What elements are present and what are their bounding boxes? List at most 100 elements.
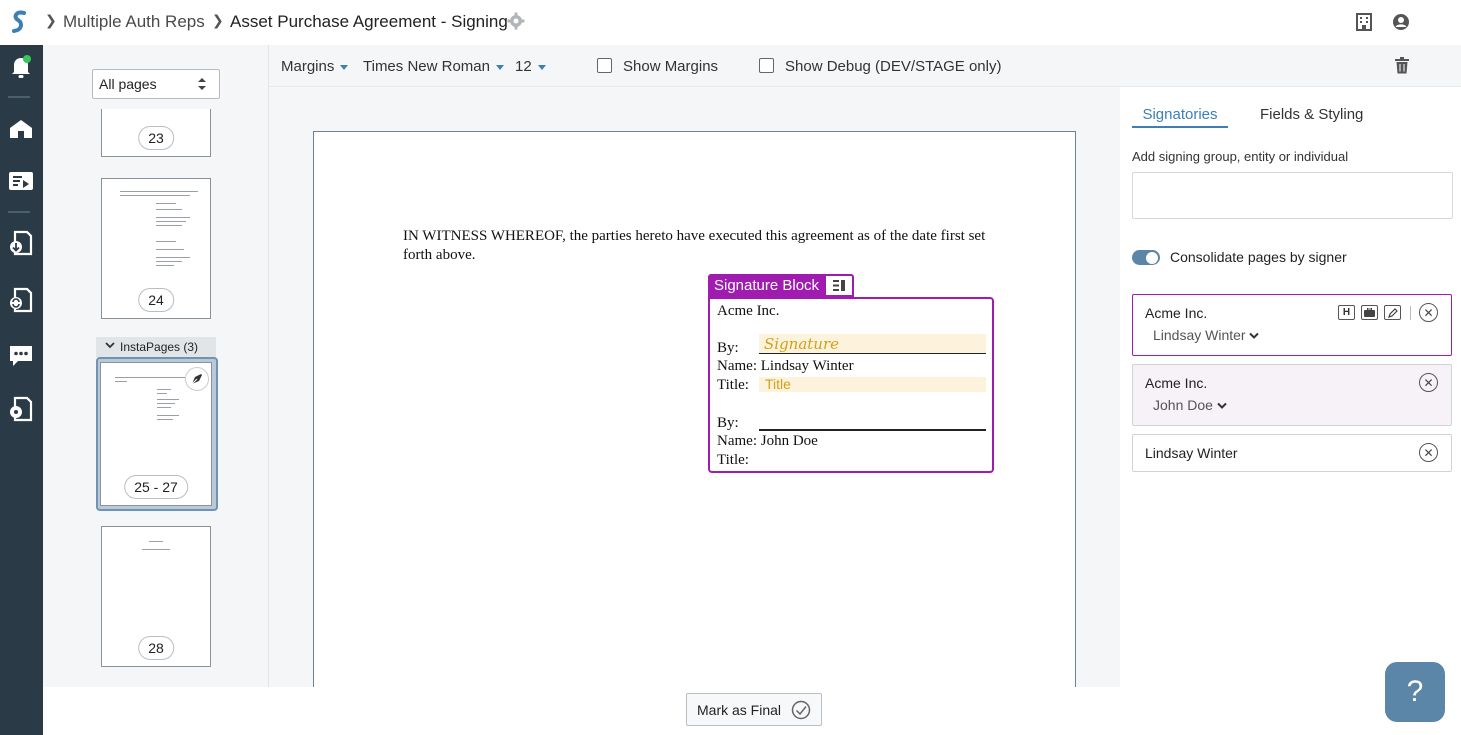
tab-signatories[interactable]: Signatories xyxy=(1132,106,1228,123)
mark-as-final-button[interactable]: Mark as Final xyxy=(686,693,822,726)
gear-icon[interactable] xyxy=(507,12,525,35)
signature-placeholder: Signature xyxy=(764,335,840,353)
page-number-badge: 23 xyxy=(138,126,174,150)
signer-person: Lindsay Winter xyxy=(1153,327,1246,343)
documents-icon[interactable] xyxy=(7,167,35,195)
toggle-knob xyxy=(1146,251,1158,264)
witness-paragraph: IN WITNESS WHEREOF, the parties hereto h… xyxy=(403,227,985,265)
remove-signer-icon[interactable]: ✕ xyxy=(1419,303,1438,322)
chat-icon[interactable] xyxy=(7,342,35,370)
show-margins-checkbox[interactable] xyxy=(597,58,612,73)
active-tab-indicator xyxy=(1132,126,1228,128)
page-title: Asset Purchase Agreement - Signing xyxy=(230,12,508,31)
pen-nib-icon[interactable] xyxy=(185,367,209,391)
caret-down-icon xyxy=(495,64,504,70)
signer-entity: Acme Inc. xyxy=(1145,375,1208,391)
user-icon[interactable] xyxy=(1392,13,1410,36)
building-icon[interactable] xyxy=(1356,13,1372,36)
title-label: Title: xyxy=(717,377,749,393)
document-page[interactable]: IN WITNESS WHEREOF, the parties hereto h… xyxy=(313,131,1076,687)
font-size-dropdown[interactable]: 12 xyxy=(515,58,546,75)
caret-down-icon xyxy=(537,64,546,70)
signer-card[interactable]: Lindsay Winter ✕ xyxy=(1132,434,1452,472)
page-thumbnail[interactable]: 28 xyxy=(101,526,211,667)
add-signer-input[interactable] xyxy=(1132,172,1453,219)
signer-person: John Doe xyxy=(1153,397,1213,413)
block-options-icon[interactable] xyxy=(826,274,854,297)
page-thumbnails-panel: All pages 23 24 InstaPages (3) 25 - 27 2… xyxy=(43,45,269,687)
chevron-down-icon xyxy=(1249,327,1260,343)
signer-person-dropdown[interactable]: Lindsay Winter xyxy=(1153,327,1260,343)
signer-entity: Acme Inc. xyxy=(1145,305,1208,321)
page-filter-value: All pages xyxy=(99,76,157,92)
signature-line[interactable] xyxy=(759,429,986,431)
signer-name: Lindsay Winter xyxy=(760,358,854,374)
name-label: Name: xyxy=(717,433,757,449)
signature-field[interactable]: Signature xyxy=(759,334,986,354)
remove-signer-icon[interactable]: ✕ xyxy=(1419,443,1438,462)
left-nav-rail xyxy=(0,45,43,735)
bell-icon[interactable] xyxy=(7,53,35,81)
help-button[interactable]: ? xyxy=(1385,662,1445,722)
formatting-toolbar: Margins Times New Roman 12 Show Margins … xyxy=(269,45,1461,87)
breadcrumb-parent[interactable]: Multiple Auth Reps xyxy=(63,12,205,32)
briefcase-icon[interactable] xyxy=(1361,305,1378,320)
trash-icon[interactable] xyxy=(1395,57,1409,79)
margins-dropdown[interactable]: Margins xyxy=(281,58,349,75)
page-number-badge: 25 - 27 xyxy=(124,475,188,499)
signer-name: John Doe xyxy=(760,433,818,449)
name-label: Name: xyxy=(717,358,757,374)
instapages-group-header[interactable]: InstaPages (3) xyxy=(96,337,216,357)
signature-block-tag[interactable]: Signature Block xyxy=(708,274,826,297)
chevron-down-icon xyxy=(1217,397,1227,413)
show-debug-label[interactable]: Show Debug (DEV/STAGE only) xyxy=(785,58,1001,75)
action-divider xyxy=(1410,306,1411,320)
settings-document-icon[interactable] xyxy=(7,395,35,423)
signer-card[interactable]: Acme Inc. John Doe ✕ xyxy=(1132,364,1452,426)
consolidate-toggle[interactable] xyxy=(1132,250,1160,265)
signer-person-dropdown[interactable]: John Doe xyxy=(1153,397,1227,413)
signer-person: Lindsay Winter xyxy=(1145,445,1238,461)
name-line: Name: Lindsay Winter xyxy=(717,358,854,375)
sync-document-icon[interactable] xyxy=(7,286,35,314)
show-margins-label[interactable]: Show Margins xyxy=(623,58,718,75)
page-number-badge: 28 xyxy=(138,636,174,660)
page-filter-select[interactable]: All pages xyxy=(92,69,220,99)
witness-line: forth above. xyxy=(403,247,476,263)
chevron-down-icon xyxy=(104,338,116,356)
title-label: Title: xyxy=(717,452,749,468)
header-badge-icon[interactable]: H xyxy=(1338,305,1355,320)
signing-logo-icon[interactable] xyxy=(10,9,28,35)
page-number-badge: 24 xyxy=(138,288,174,312)
font-family-label: Times New Roman xyxy=(363,58,490,75)
download-document-icon[interactable] xyxy=(7,229,35,257)
signer-card[interactable]: Acme Inc. Lindsay Winter H ✕ xyxy=(1132,294,1452,356)
add-signer-label: Add signing group, entity or individual xyxy=(1132,149,1349,164)
caret-down-icon xyxy=(340,64,349,70)
page-thumbnail[interactable]: 25 - 27 xyxy=(100,362,212,506)
nav-divider xyxy=(8,211,30,213)
edit-pencil-icon[interactable] xyxy=(1384,305,1401,320)
home-icon[interactable] xyxy=(7,115,35,143)
select-arrows-icon xyxy=(197,77,207,96)
by-label: By: xyxy=(717,340,739,356)
document-canvas: IN WITNESS WHEREOF, the parties hereto h… xyxy=(269,87,1120,687)
bottom-bar: Mark as Final xyxy=(43,687,1461,735)
name-line: Name: John Doe xyxy=(717,433,818,450)
by-label: By: xyxy=(717,415,739,431)
font-family-dropdown[interactable]: Times New Roman xyxy=(363,58,504,75)
title-placeholder: Title xyxy=(765,376,791,392)
title-field[interactable]: Title xyxy=(759,376,986,392)
check-circle-icon xyxy=(791,700,811,725)
page-thumbnail[interactable]: 23 xyxy=(101,109,211,157)
page-thumbnail[interactable]: 24 xyxy=(101,178,211,319)
right-panel: Signatories Fields & Styling Add signing… xyxy=(1120,87,1461,735)
witness-line: IN WITNESS WHEREOF, the parties hereto h… xyxy=(403,228,986,244)
signature-block[interactable]: Acme Inc. By: Signature Name: Lindsay Wi… xyxy=(708,297,994,473)
show-debug-checkbox[interactable] xyxy=(759,58,774,73)
tab-fields-styling[interactable]: Fields & Styling xyxy=(1260,106,1363,123)
remove-signer-icon[interactable]: ✕ xyxy=(1419,373,1438,392)
mark-as-final-label: Mark as Final xyxy=(697,702,782,718)
instapages-group-label: InstaPages (3) xyxy=(120,340,199,354)
chevron-right-icon: ❯ xyxy=(45,12,57,28)
